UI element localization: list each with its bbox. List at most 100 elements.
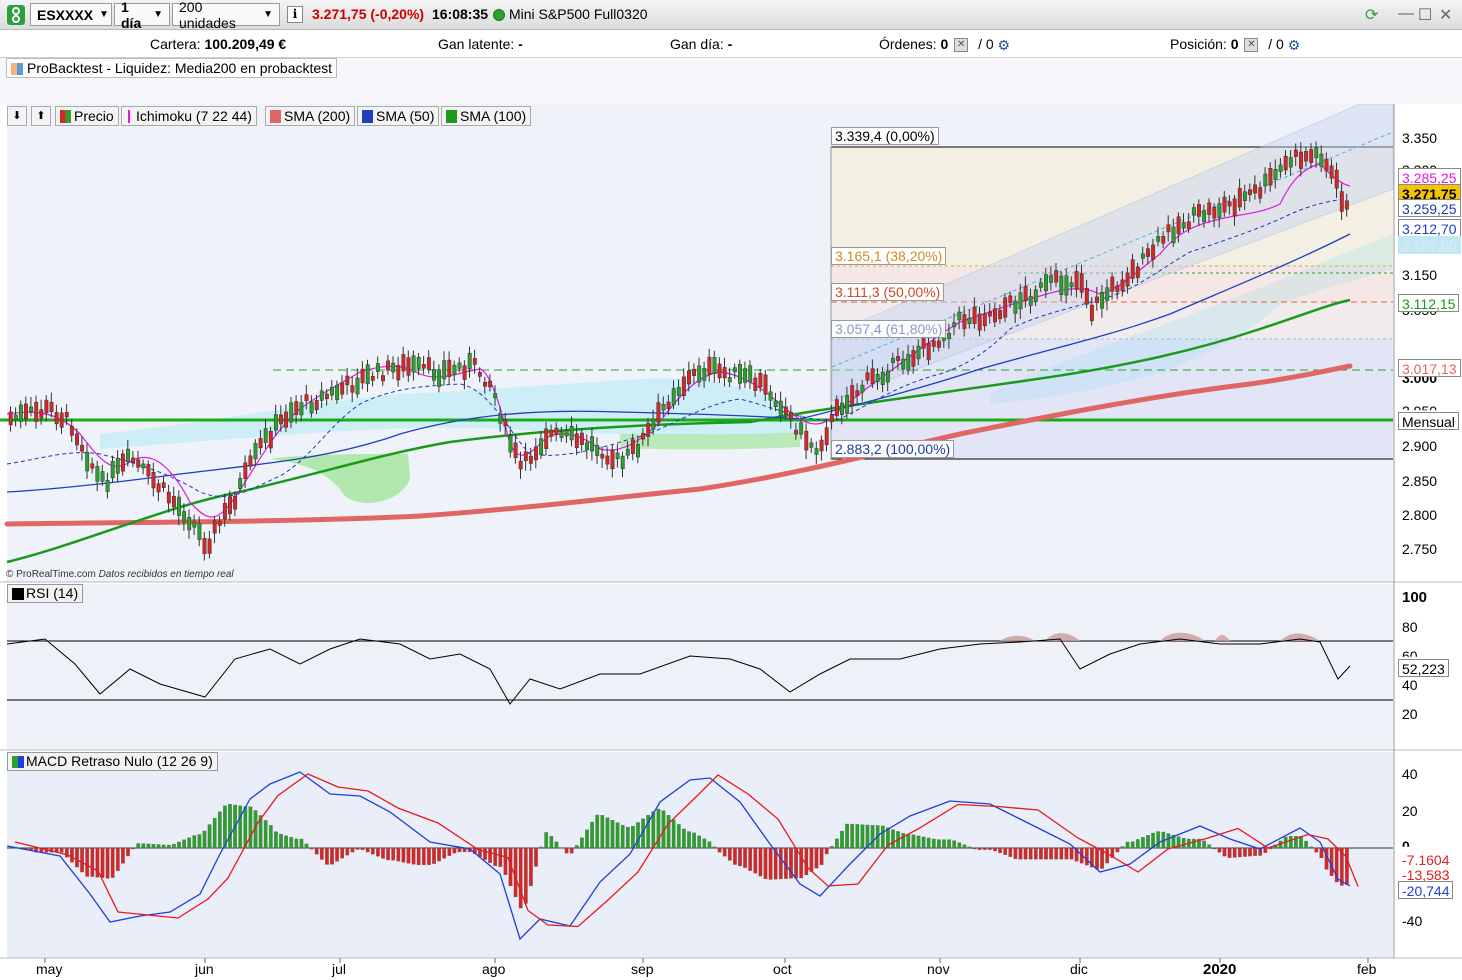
legend-ichimoku[interactable]: Ichimoku (7 22 44) bbox=[121, 106, 257, 126]
rsi-tick: 80 bbox=[1402, 619, 1418, 635]
macd-histogram-bar bbox=[717, 847, 722, 853]
legend-sma50[interactable]: SMA (50) bbox=[357, 106, 440, 126]
candle-body bbox=[294, 401, 299, 415]
price-chart[interactable] bbox=[0, 104, 1462, 980]
macd-histogram-bar bbox=[1023, 847, 1028, 860]
candle-body bbox=[539, 438, 544, 455]
macd-histogram-bar bbox=[488, 847, 492, 863]
macd-histogram-bar bbox=[1309, 846, 1314, 849]
macd-histogram-bar bbox=[957, 842, 962, 849]
sma50-badge: 3.212,70 bbox=[1398, 219, 1461, 237]
candle-body bbox=[1013, 300, 1018, 314]
macd-value-badge: -20,744 bbox=[1398, 881, 1454, 899]
price-tick: 2.900 bbox=[1402, 438, 1438, 454]
macd-histogram-bar bbox=[671, 819, 676, 849]
candle-body bbox=[391, 362, 396, 373]
candle-body bbox=[926, 342, 931, 361]
maximize-icon[interactable]: ☐ bbox=[1418, 5, 1432, 25]
legend-sma100[interactable]: SMA (100) bbox=[441, 106, 532, 126]
legend-precio[interactable]: Precio bbox=[55, 106, 119, 126]
candle-body bbox=[891, 357, 895, 363]
macd-histogram-bar bbox=[202, 830, 207, 849]
minimize-icon[interactable]: — bbox=[1398, 5, 1414, 23]
app-logo-icon[interactable] bbox=[6, 4, 26, 26]
macd-histogram-bar bbox=[483, 847, 487, 860]
candle-body bbox=[1278, 164, 1283, 172]
macd-histogram-bar bbox=[845, 823, 849, 849]
macd-histogram-bar bbox=[544, 832, 549, 849]
candle-body bbox=[610, 449, 615, 469]
candle-body bbox=[880, 371, 885, 385]
candle-body bbox=[421, 364, 426, 369]
macd-histogram-bar bbox=[666, 815, 671, 849]
macd-histogram-bar bbox=[564, 847, 569, 854]
candle-body bbox=[13, 414, 18, 421]
macd-histogram-bar bbox=[1181, 837, 1186, 849]
candle-body bbox=[1227, 201, 1232, 207]
symbol-selector[interactable]: ESXXXX ▼ bbox=[30, 3, 112, 26]
candle-body bbox=[304, 394, 309, 402]
candle-body bbox=[345, 375, 350, 386]
rsi-label[interactable]: RSI (14) bbox=[7, 584, 84, 603]
sma50-swatch-icon bbox=[362, 110, 373, 123]
candle-body bbox=[105, 480, 110, 492]
fib-382-label: 3.165,1 (38,20%) bbox=[831, 247, 947, 265]
candle-body bbox=[171, 495, 176, 508]
legend-sma200[interactable]: SMA (200) bbox=[265, 106, 356, 126]
candle-body bbox=[1207, 202, 1212, 215]
gear-icon[interactable]: ⚙ bbox=[998, 37, 1011, 54]
candle-body bbox=[1135, 266, 1140, 279]
candle-body bbox=[355, 377, 360, 395]
macd-histogram-bar bbox=[631, 825, 635, 849]
candle-body bbox=[1258, 187, 1263, 199]
macd-tick: 20 bbox=[1402, 803, 1418, 819]
units-selector[interactable]: 200 unidades ▼ bbox=[172, 0, 280, 31]
backtest-text: ProBacktest - Liquidez: Media200 en prob… bbox=[27, 60, 333, 76]
candle-body bbox=[18, 404, 23, 422]
candle-body bbox=[569, 426, 574, 441]
top-toolbar: ESXXXX ▼ 1 día ▼ 200 unidades ▼ i 3.271,… bbox=[0, 0, 1462, 31]
cancel-orders-icon[interactable]: ✕ bbox=[954, 38, 969, 53]
candle-body bbox=[156, 483, 161, 493]
chevron-down-icon: ▼ bbox=[153, 9, 163, 20]
macd-histogram-bar bbox=[580, 837, 584, 849]
candle-body bbox=[462, 365, 467, 380]
candle-body bbox=[1120, 279, 1125, 291]
macd-histogram-bar bbox=[1018, 847, 1023, 860]
macd-histogram-bar bbox=[1212, 847, 1217, 850]
macd-histogram-bar bbox=[319, 847, 324, 860]
macd-histogram-bar bbox=[824, 847, 829, 855]
gear-icon[interactable]: ⚙ bbox=[1288, 37, 1301, 54]
cartera: Cartera: 100.209,49 € bbox=[150, 36, 286, 52]
macd-histogram-bar bbox=[1039, 847, 1043, 860]
fib-50-label: 3.111,3 (50,00%) bbox=[831, 283, 945, 301]
macd-histogram-bar bbox=[549, 836, 554, 849]
macd-histogram-bar bbox=[166, 844, 171, 849]
candle-body bbox=[1324, 158, 1329, 172]
candle-body bbox=[39, 409, 44, 419]
macd-histogram-bar bbox=[110, 847, 115, 878]
sync-icon[interactable]: ⟳ bbox=[1365, 5, 1378, 25]
candle-body bbox=[1033, 289, 1038, 302]
info-icon[interactable]: i bbox=[287, 6, 303, 23]
macd-histogram-bar bbox=[131, 847, 135, 850]
macd-histogram-bar bbox=[212, 817, 217, 849]
close-position-icon[interactable]: ✕ bbox=[1244, 38, 1259, 53]
close-icon[interactable]: ✕ bbox=[1439, 5, 1452, 25]
rsi-label-text: RSI (14) bbox=[26, 585, 79, 601]
macd-histogram-bar bbox=[682, 828, 686, 849]
candle-body bbox=[564, 430, 569, 437]
macd-histogram-bar bbox=[595, 814, 600, 849]
x-tick: jun bbox=[195, 961, 214, 977]
candle-body bbox=[115, 457, 120, 474]
backtest-label[interactable]: ProBacktest - Liquidez: Media200 en prob… bbox=[6, 58, 338, 78]
timeframe-selector[interactable]: 1 día ▼ bbox=[114, 0, 170, 31]
macd-label[interactable]: MACD Retraso Nulo (12 26 9) bbox=[7, 752, 218, 771]
expand-up-icon[interactable]: ⬆ bbox=[31, 106, 51, 126]
macd-histogram-bar bbox=[156, 844, 161, 849]
price-tick: 2.750 bbox=[1402, 541, 1438, 557]
macd-histogram-bar bbox=[1044, 847, 1048, 860]
candle-body bbox=[549, 429, 554, 437]
collapse-down-icon[interactable]: ⬇ bbox=[7, 106, 27, 126]
macd-histogram-bar bbox=[748, 847, 753, 871]
